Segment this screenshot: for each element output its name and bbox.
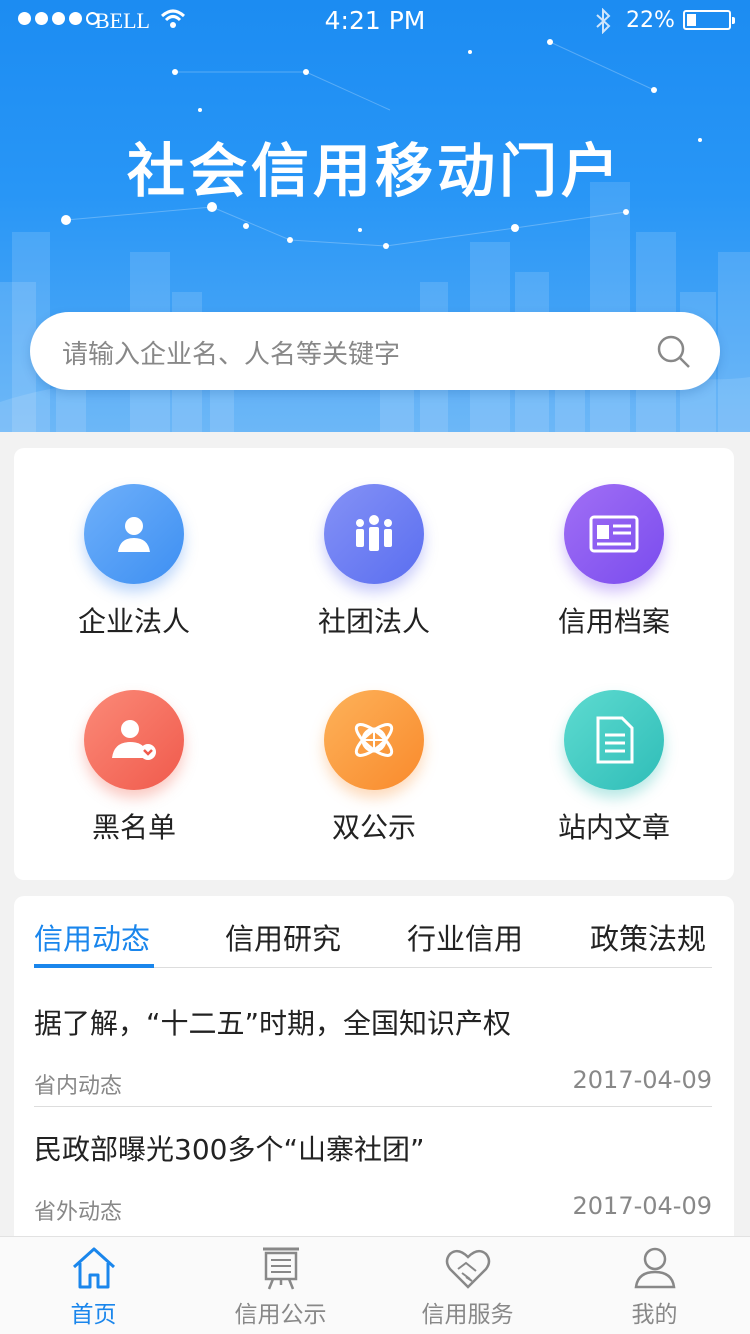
page-title: 社会信用移动门户 <box>126 137 623 205</box>
category-site-articles[interactable]: 站内文章 <box>494 654 734 860</box>
header-banner: BELL 4:21 PM 22% 社会信用移动门户 请输入企业名、人名等关键字 <box>0 0 750 432</box>
home-icon <box>72 1247 116 1289</box>
active-tab-indicator <box>34 964 154 968</box>
category-credit-archive[interactable]: 信用档案 <box>494 448 734 654</box>
profile-icon <box>634 1247 676 1289</box>
document-icon <box>564 690 664 790</box>
news-headline: 民政部曝光300多个“山寨社团” <box>34 1133 425 1166</box>
search-icon[interactable] <box>656 334 692 370</box>
notice-board-icon <box>263 1247 299 1290</box>
battery-icon <box>683 10 735 30</box>
tab-label: 首页 <box>70 1302 117 1328</box>
list-item[interactable]: 民政部曝光300多个“山寨社团” 省外动态 2017-04-09 <box>34 1128 712 1225</box>
tab-label: 信用公示 <box>234 1302 327 1328</box>
category-blacklist[interactable]: 黑名单 <box>14 654 254 860</box>
news-category: 省内动态 <box>34 1074 123 1099</box>
tab-credit-publicity[interactable]: 信用公示 <box>187 1237 374 1334</box>
battery-percent: 22% <box>626 8 675 33</box>
news-date: 2017-04-09 <box>572 1066 712 1094</box>
list-item[interactable]: 据了解，“十二五”时期，全国知识产权 省内动态 2017-04-09 <box>34 1002 712 1099</box>
category-association[interactable]: 社团法人 <box>254 448 494 654</box>
news-category: 省外动态 <box>34 1200 123 1225</box>
news-headline: 据了解，“十二五”时期，全国知识产权 <box>34 1007 512 1040</box>
tab-credit-service[interactable]: 信用服务 <box>374 1237 561 1334</box>
tab-credit-research[interactable]: 信用研究 <box>225 916 341 958</box>
category-label: 信用档案 <box>557 605 670 638</box>
divider <box>34 1106 712 1107</box>
tab-credit-news[interactable]: 信用动态 <box>34 916 150 958</box>
category-grid: 企业法人 社团法人 信用档案 黑名单 双公示 站内文章 <box>14 448 734 880</box>
bottom-tab-bar: 首页 信用公示 信用服务 我的 <box>0 1236 750 1334</box>
id-card-icon <box>564 484 664 584</box>
city-skyline-decoration <box>0 182 750 432</box>
tab-mine[interactable]: 我的 <box>561 1237 748 1334</box>
category-double-publicity[interactable]: 双公示 <box>254 654 494 860</box>
tab-label: 信用服务 <box>421 1302 514 1328</box>
category-label: 社团法人 <box>317 605 430 638</box>
tab-industry-credit[interactable]: 行业信用 <box>407 916 523 958</box>
news-tabs: 信用动态 信用研究 行业信用 政策法规 <box>34 896 712 968</box>
bluetooth-icon <box>596 8 611 34</box>
handshake-icon <box>445 1249 491 1289</box>
category-label: 企业法人 <box>77 605 190 638</box>
search-input[interactable]: 请输入企业名、人名等关键字 <box>30 312 720 390</box>
category-label: 站内文章 <box>557 811 670 844</box>
tab-label: 我的 <box>631 1302 678 1328</box>
tab-home[interactable]: 首页 <box>0 1237 187 1334</box>
blacklist-user-icon <box>84 690 184 790</box>
person-icon <box>84 484 184 584</box>
news-date: 2017-04-09 <box>572 1192 712 1220</box>
globe-icon <box>324 690 424 790</box>
category-label: 双公示 <box>331 811 416 844</box>
group-icon <box>324 484 424 584</box>
category-label: 黑名单 <box>91 811 176 844</box>
tab-policy-regulations[interactable]: 政策法规 <box>590 916 706 958</box>
search-placeholder: 请输入企业名、人名等关键字 <box>62 340 401 370</box>
category-enterprise[interactable]: 企业法人 <box>14 448 254 654</box>
news-section: 信用动态 信用研究 行业信用 政策法规 据了解，“十二五”时期，全国知识产权 省… <box>14 896 734 1236</box>
status-bar: BELL 4:21 PM 22% <box>0 0 750 40</box>
